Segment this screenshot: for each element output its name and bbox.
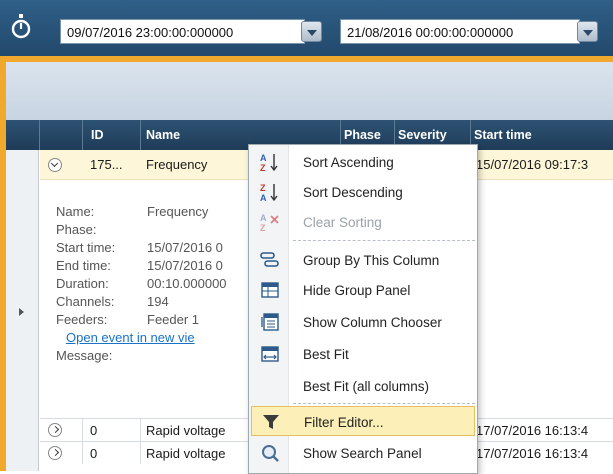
detail-label-channels: Channels: [56,294,115,309]
menu-item-best-fit[interactable]: Best Fit [251,339,475,369]
svg-text:Z: Z [260,223,266,232]
search-icon [262,445,279,462]
menu-separator [293,403,475,404]
menu-item-label: Show Column Chooser [303,315,442,330]
expand-row-icon[interactable] [48,446,62,460]
stopwatch-icon[interactable] [8,10,34,44]
end-date-input[interactable]: 21/08/2016 00:00:00:000000 [340,19,580,44]
menu-item-show-column-chooser[interactable]: Show Column Chooser [251,307,475,337]
detail-label-end-time: End time: [56,258,111,273]
column-header-name[interactable]: Name [146,128,180,142]
svg-text:A: A [260,153,267,163]
end-date-dropdown-button[interactable] [577,21,598,42]
menu-item-label: Sort Descending [303,185,403,200]
column-context-menu: A Z Sort Ascending Z A Sort Descending A… [248,144,478,474]
row-name: Rapid voltage [146,423,226,438]
column-header-id[interactable]: ID [91,128,104,142]
menu-item-label: Best Fit (all columns) [303,379,430,394]
menu-item-label: Hide Group Panel [303,283,411,298]
svg-text:Z: Z [260,163,266,172]
menu-item-label: Clear Sorting [303,215,382,230]
row-name: Rapid voltage [146,446,226,461]
menu-item-label: Group By This Column [303,253,440,268]
start-date-dropdown-button[interactable] [301,21,322,42]
menu-item-filter-editor[interactable]: Filter Editor... [251,406,475,436]
detail-value-duration: 00:10.000000 [147,276,227,291]
column-chooser-icon [261,313,279,331]
filter-icon [263,415,279,429]
collapse-row-icon[interactable] [48,158,62,172]
detail-label-feeders: Feeders: [56,312,108,327]
group-by-icon [260,252,279,267]
menu-item-label: Best Fit [303,347,349,362]
start-date-input[interactable]: 09/07/2016 23:00:00:000000 [60,19,305,44]
row-start-time: 17/07/2016 16:13:4 [476,423,589,438]
row-start-time: 15/07/2016 09:17:3 [476,157,589,172]
row-start-time: 17/07/2016 16:13:4 [476,446,589,461]
row-name: Frequency [146,157,208,172]
menu-item-clear-sorting[interactable]: A Z Clear Sorting [251,207,475,237]
menu-item-sort-descending[interactable]: Z A Sort Descending [251,177,475,207]
detail-value-feeders: Feeder 1 [147,312,200,327]
group-panel[interactable] [6,62,613,120]
detail-label-message: Message: [56,348,113,363]
detail-value-start-time: 15/07/2016 0 [147,240,223,255]
date-range-toolbar: 09/07/2016 23:00:00:000000 21/08/2016 00… [0,0,613,56]
svg-text:A: A [260,193,267,202]
row-id: 175... [90,157,123,172]
menu-item-hide-group-panel[interactable]: Hide Group Panel [251,275,475,305]
menu-item-group-by-column[interactable]: Group By This Column [251,245,475,275]
sort-ascending-icon: A Z [260,153,278,172]
clear-sorting-icon: A Z [260,213,279,232]
svg-text:Z: Z [260,183,266,193]
column-header-severity[interactable]: Severity [398,128,447,142]
detail-value-name: Frequency [147,204,209,219]
best-fit-icon [261,346,279,362]
menu-item-label: Filter Editor... [304,415,384,430]
menu-item-sort-ascending[interactable]: A Z Sort Ascending [251,147,475,177]
row-id: 0 [90,446,98,461]
menu-separator [293,240,475,241]
row-id: 0 [90,423,98,438]
detail-label-phase: Phase: [56,222,97,237]
menu-item-show-search-panel[interactable]: Show Search Panel [251,438,475,468]
current-row-indicator-icon [19,308,24,316]
column-header-start-time[interactable]: Start time [474,128,532,142]
menu-item-best-fit-all-columns[interactable]: Best Fit (all columns) [251,371,475,401]
open-event-link[interactable]: Open event in new vie [66,330,195,345]
detail-value-channels: 194 [147,294,169,309]
detail-label-duration: Duration: [56,276,109,291]
svg-text:A: A [260,213,267,223]
sort-descending-icon: Z A [260,183,278,202]
menu-item-label: Show Search Panel [303,446,422,461]
group-panel-icon [261,282,279,298]
column-header-phase[interactable]: Phase [344,128,381,142]
detail-value-end-time: 15/07/2016 0 [147,258,223,273]
menu-item-label: Sort Ascending [303,155,394,170]
detail-label-name: Name: [56,204,95,219]
row-indicator-column [6,150,39,471]
detail-label-start-time: Start time: [56,240,116,255]
expand-row-icon[interactable] [48,423,62,437]
